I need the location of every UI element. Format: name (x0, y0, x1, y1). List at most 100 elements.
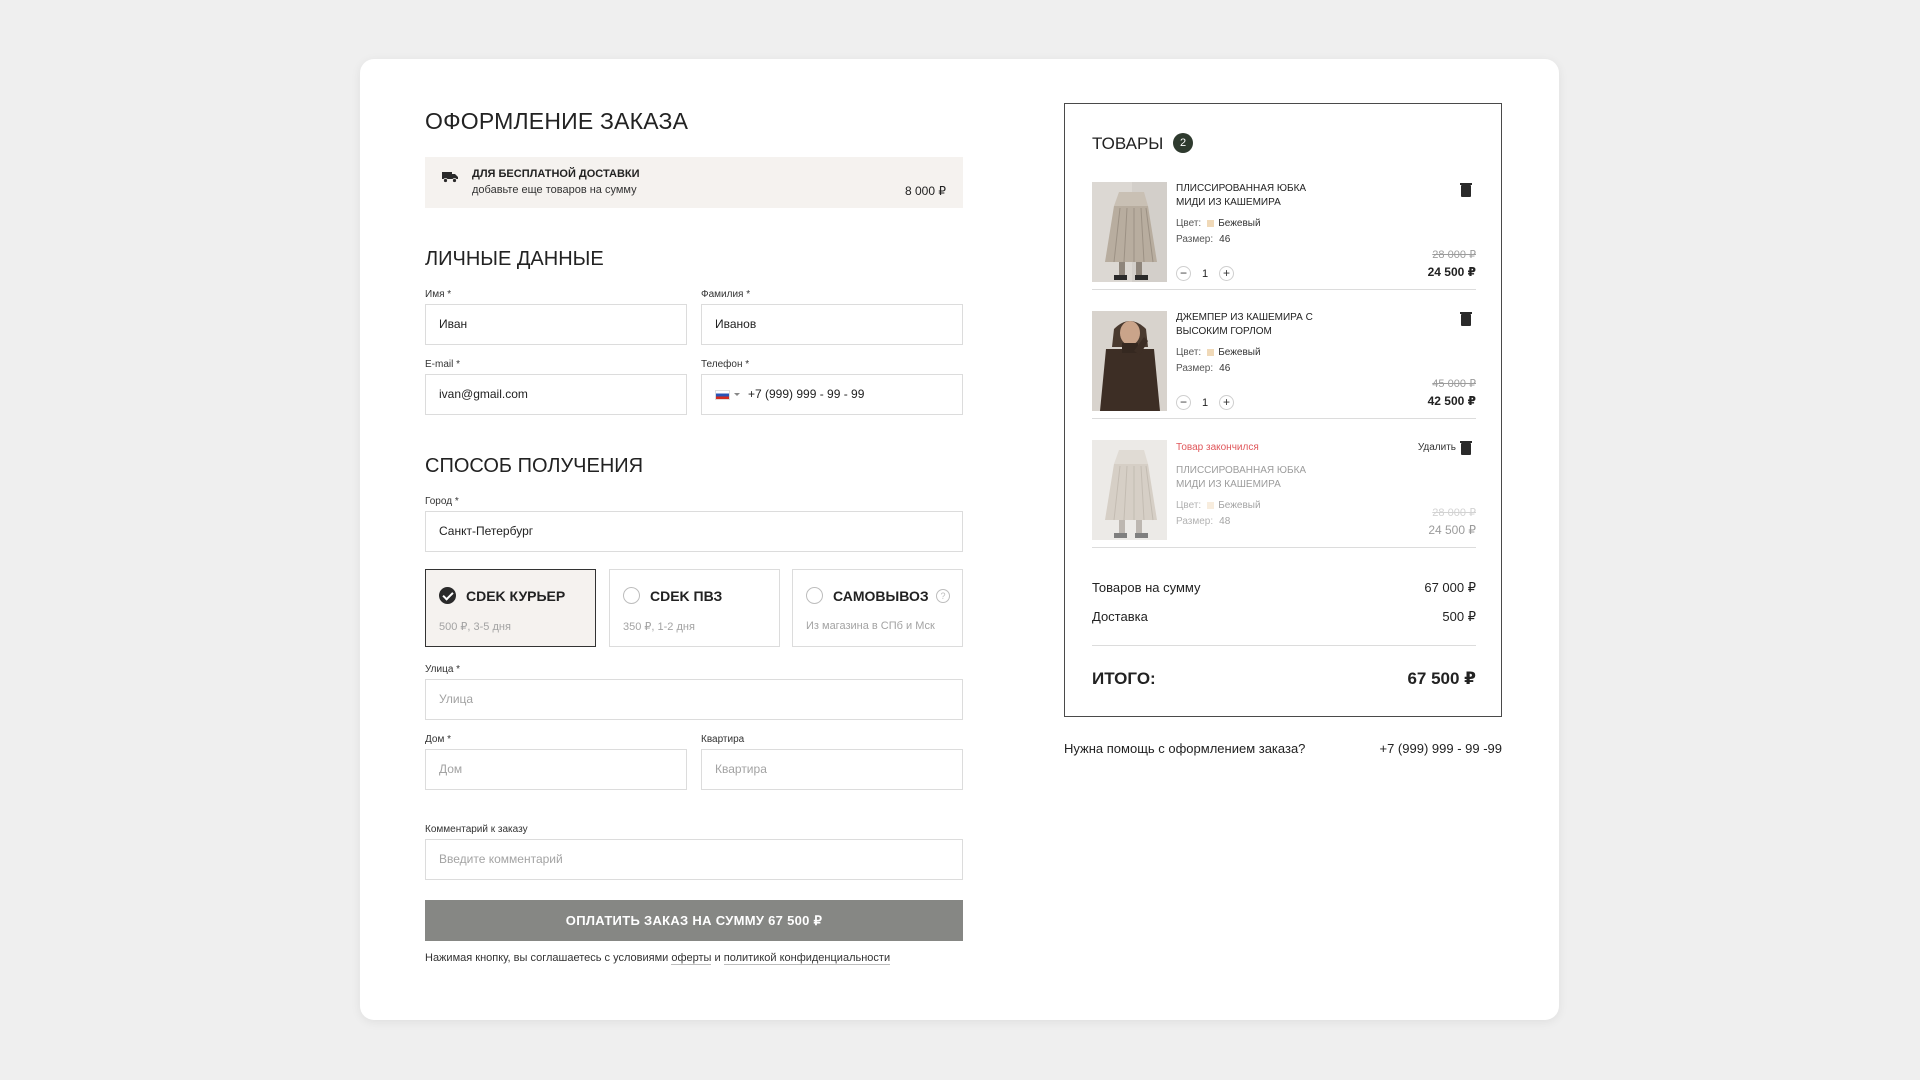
banner-subtitle: добавьте еще товаров на сумму (472, 184, 637, 196)
house-input[interactable]: Дом (425, 749, 687, 790)
offer-link[interactable]: оферты (671, 952, 712, 965)
color-label: Цвет: (1176, 500, 1202, 511)
color-value: Бежевый (1218, 347, 1261, 358)
banner-amount: 8 000 ₽ (905, 184, 946, 198)
plus-icon[interactable]: + (1219, 395, 1234, 410)
radio-checked-icon[interactable] (439, 587, 456, 604)
delivery-value: 500 ₽ (1442, 609, 1476, 624)
delivery-option-subtitle: 500 ₽, 3-5 дня (439, 621, 511, 633)
help-text: Нужна помощь с оформлением заказа? (1064, 741, 1306, 756)
personal-data-heading: ЛИЧНЫЕ ДАННЫЕ (425, 248, 604, 270)
delivery-heading: СПОСОБ ПОЛУЧЕНИЯ (425, 455, 644, 477)
color-label: Цвет: (1176, 218, 1202, 229)
phone-field[interactable]: +7 (999) 999 - 99 - 99 (701, 374, 963, 415)
radio-icon[interactable] (623, 587, 640, 604)
last-name-input[interactable]: Иванов (701, 304, 963, 345)
color-value: Бежевый (1218, 218, 1261, 229)
skirt-thumbnail[interactable] (1092, 182, 1167, 282)
size-label: Размер: (1176, 516, 1214, 527)
city-label: Город * (425, 496, 459, 507)
size-value: 48 (1219, 516, 1231, 527)
chevron-down-icon[interactable] (734, 393, 740, 397)
cart-item: ДЖЕМПЕР ИЗ КАШЕМИРА С ВЫСОКИМ ГОРЛОМ Цве… (1092, 311, 1476, 419)
remove-link[interactable]: Удалить (1418, 442, 1456, 453)
email-label: E-mail * (425, 359, 461, 370)
house-label: Дом * (425, 734, 451, 745)
cart-count-badge: 2 (1173, 133, 1193, 153)
item-color: Цвет: Бежевый (1176, 500, 1261, 511)
street-input[interactable]: Улица (425, 679, 963, 720)
subtotal-label: Товаров на сумму (1092, 580, 1201, 595)
item-name[interactable]: ПЛИССИРОВАННАЯ ЮБКА МИДИ ИЗ КАШЕМИРА (1176, 182, 1336, 210)
pay-button[interactable]: ОПЛАТИТЬ ЗАКАЗ НА СУММУ 67 500 ₽ (425, 900, 963, 941)
city-input[interactable]: Санкт-Петербург (425, 511, 963, 552)
delivery-option-subtitle: Из магазина в СПб и Мск (806, 620, 935, 632)
trash-icon[interactable] (1460, 312, 1472, 326)
checkout-card: ОФОРМЛЕНИЕ ЗАКАЗА ДЛЯ БЕСПЛАТНОЙ ДОСТАВК… (360, 59, 1559, 1020)
apartment-input[interactable]: Квартира (701, 749, 963, 790)
cart-item: ПЛИССИРОВАННАЯ ЮБКА МИДИ ИЗ КАШЕМИРА Цве… (1092, 182, 1476, 290)
minus-icon[interactable]: − (1176, 395, 1191, 410)
info-icon[interactable]: ? (936, 589, 950, 603)
item-color: Цвет: Бежевый (1176, 347, 1261, 358)
item-name[interactable]: ДЖЕМПЕР ИЗ КАШЕМИРА С ВЫСОКИМ ГОРЛОМ (1176, 311, 1336, 339)
subtotal-value: 67 000 ₽ (1424, 580, 1476, 595)
total-label: ИТОГО: (1092, 669, 1156, 688)
trash-icon[interactable] (1460, 183, 1472, 197)
comment-input[interactable]: Введите комментарий (425, 839, 963, 880)
item-price: 24 500 ₽ (1428, 523, 1476, 537)
color-label: Цвет: (1176, 347, 1202, 358)
agreement-text: Нажимая кнопку, вы соглашаетесь с услови… (425, 952, 891, 965)
item-color: Цвет: Бежевый (1176, 218, 1261, 229)
size-label: Размер: (1176, 363, 1214, 374)
item-old-price: 45 000 ₽ (1432, 378, 1476, 390)
cart-panel: ТОВАРЫ 2 ПЛИССИРОВАННАЯ ЮБКА МИДИ ИЗ КАШ… (1064, 103, 1502, 717)
agreement-and: и (714, 952, 721, 964)
color-swatch (1207, 219, 1215, 227)
color-swatch (1207, 348, 1215, 356)
first-name-label: Имя * (425, 289, 452, 300)
divider (1092, 645, 1476, 646)
size-value: 46 (1219, 234, 1231, 245)
color-swatch (1207, 501, 1215, 509)
quantity-stepper: −1 + (1176, 395, 1234, 411)
comment-label: Комментарий к заказу (425, 824, 528, 835)
item-size: Размер: 48 (1176, 516, 1230, 527)
truck-icon (442, 172, 458, 183)
item-old-price: 28 000 ₽ (1432, 249, 1476, 261)
radio-icon[interactable] (806, 587, 823, 604)
page-title: ОФОРМЛЕНИЕ ЗАКАЗА (425, 108, 689, 134)
out-of-stock-label: Товар закончился (1176, 442, 1259, 453)
size-value: 46 (1219, 363, 1231, 374)
item-size: Размер: 46 (1176, 234, 1230, 245)
delivery-option-title: САМОВЫВОЗ (833, 588, 929, 604)
minus-icon[interactable]: − (1176, 266, 1191, 281)
item-old-price: 28 000 ₽ (1432, 507, 1476, 519)
trash-icon[interactable] (1460, 441, 1472, 455)
sweater-thumbnail[interactable] (1092, 311, 1167, 411)
delivery-option-subtitle: 350 ₽, 1-2 дня (623, 621, 695, 633)
plus-icon[interactable]: + (1219, 266, 1234, 281)
delivery-option-cdek-pickup[interactable]: CDEK ПВЗ 350 ₽, 1-2 дня (609, 569, 780, 647)
item-name[interactable]: ПЛИССИРОВАННАЯ ЮБКА МИДИ ИЗ КАШЕМИРА (1176, 464, 1336, 492)
delivery-row: Доставка 500 ₽ (1092, 609, 1476, 624)
street-label: Улица * (425, 664, 461, 675)
phone-label: Телефон * (701, 359, 750, 370)
privacy-link[interactable]: политикой конфиденциальности (723, 952, 891, 965)
help-phone-link[interactable]: +7 (999) 999 - 99 -99 (1380, 741, 1503, 756)
item-price: 24 500 ₽ (1427, 265, 1476, 279)
delivery-option-title: CDEK ПВЗ (650, 588, 723, 604)
quantity-stepper: −1 + (1176, 266, 1234, 282)
color-value: Бежевый (1218, 500, 1261, 511)
delivery-option-cdek-courier[interactable]: CDEK КУРЬЕР 500 ₽, 3-5 дня (425, 569, 596, 647)
cart-title: ТОВАРЫ (1092, 134, 1164, 153)
delivery-option-self-pickup[interactable]: САМОВЫВОЗ ? Из магазина в СПб и Мск (792, 569, 963, 647)
russia-flag-icon[interactable] (715, 389, 730, 400)
quantity-value: 1 (1201, 396, 1209, 409)
quantity-value: 1 (1201, 267, 1209, 280)
phone-input[interactable]: +7 (999) 999 - 99 - 99 (748, 387, 864, 401)
email-input[interactable]: ivan@gmail.com (425, 374, 687, 415)
skirt-thumbnail[interactable] (1092, 440, 1167, 540)
first-name-input[interactable]: Иван (425, 304, 687, 345)
total-row: ИТОГО: 67 500 ₽ (1092, 669, 1476, 689)
